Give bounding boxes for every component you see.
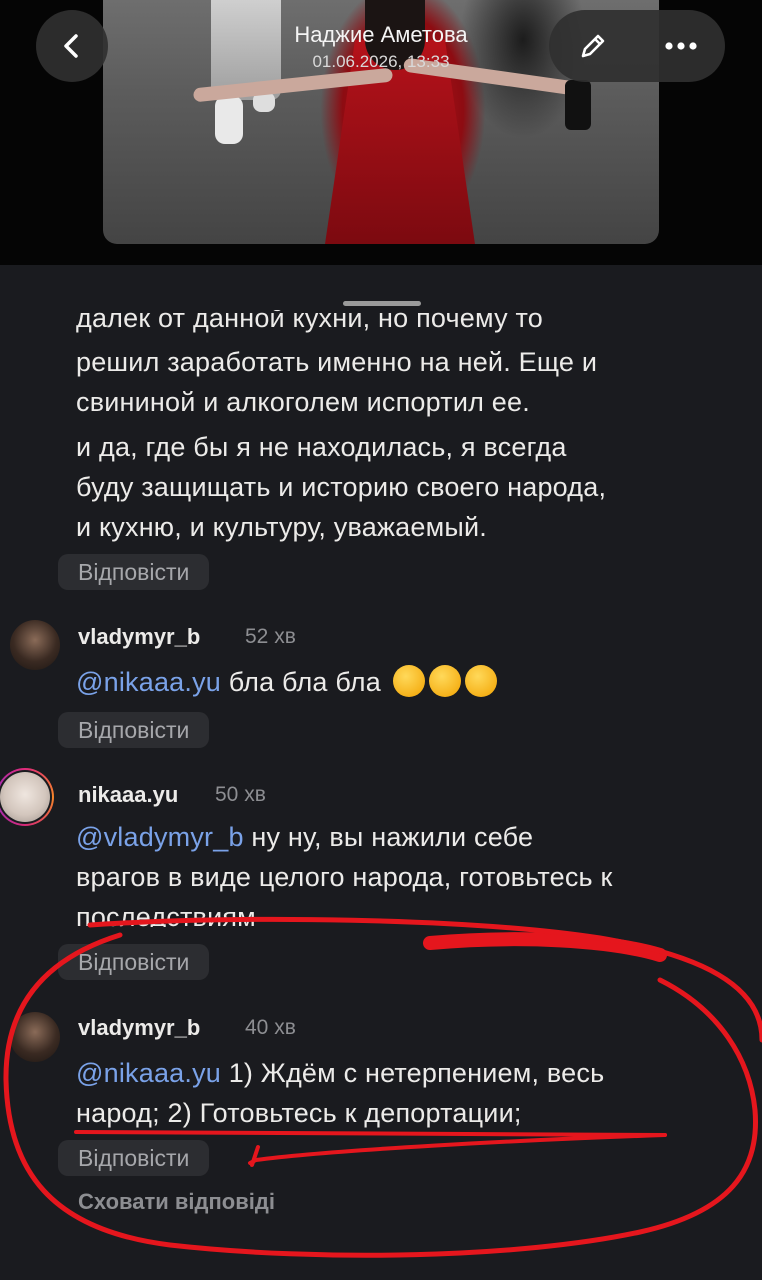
rolling-laughing-emoji [428,665,461,697]
comment-time: 52 хв [245,625,296,648]
more-horizontal-icon [665,42,697,50]
comment-username[interactable]: vladymyr_b [78,1015,200,1041]
comment-text-line: далек от данной кухни, но почему то [76,310,543,333]
avatar[interactable] [10,620,60,670]
comment-text-line: и да, где бы я не находилась, я всегда [76,432,567,462]
photo-detail [215,96,243,144]
comment-text-line: @nikaaa.yu 1) Ждём с нетерпением, весь [76,1055,604,1091]
reply-button[interactable]: Відповісти [58,554,210,590]
avatar[interactable] [10,1012,60,1062]
hide-replies-button[interactable]: Сховати відповіді [78,1189,275,1215]
comment-time: 50 хв [215,783,266,806]
photo-detail [565,80,591,130]
comment-body: ну ну, вы нажили себе [251,822,534,852]
comment-text-line: последствиям [76,902,256,927]
mention-link[interactable]: @nikaaa.yu [76,1058,221,1088]
header-actions [549,10,725,82]
comment-text-line: @vladymyr_b ну ну, вы нажили себе [76,819,533,855]
mention-link[interactable]: @vladymyr_b [76,822,244,852]
edit-button[interactable] [549,10,637,82]
sheet-drag-handle[interactable] [343,301,421,306]
pencil-icon [581,34,605,58]
comment-text-line: решил заработать именно на ней. Еще и [76,347,598,377]
avatar[interactable] [0,772,50,822]
mention-link[interactable]: @nikaaa.yu [76,667,221,697]
comment-time: 40 хв [245,1016,296,1039]
comment-text-line: и кухню, и культуру, уважаемый. [76,512,487,542]
comment-text-line: свининой и алкоголем испортил ее. [76,387,530,417]
comment-body: бла бла бла [228,667,381,697]
reply-button[interactable]: Відповісти [58,944,210,980]
comment-text: @nikaaa.yu бла бла бла [76,664,497,700]
comment-text-line: буду защищать и историю своего народа, [76,472,607,502]
reply-button[interactable]: Відповісти [58,1140,210,1176]
more-button[interactable] [637,10,725,82]
rolling-laughing-emoji [464,665,497,697]
comment-text-line: врагов в виде целого народа, готовьтесь … [76,862,613,892]
comment-username[interactable]: vladymyr_b [78,624,200,650]
comment-username[interactable]: nikaaa.yu [78,782,178,808]
comment-text-line: народ; 2) Готовьтесь к депортации; [76,1098,522,1128]
comment-body: 1) Ждём с нетерпением, весь [228,1058,605,1088]
rolling-laughing-emoji [392,665,425,697]
reply-button[interactable]: Відповісти [58,712,210,748]
